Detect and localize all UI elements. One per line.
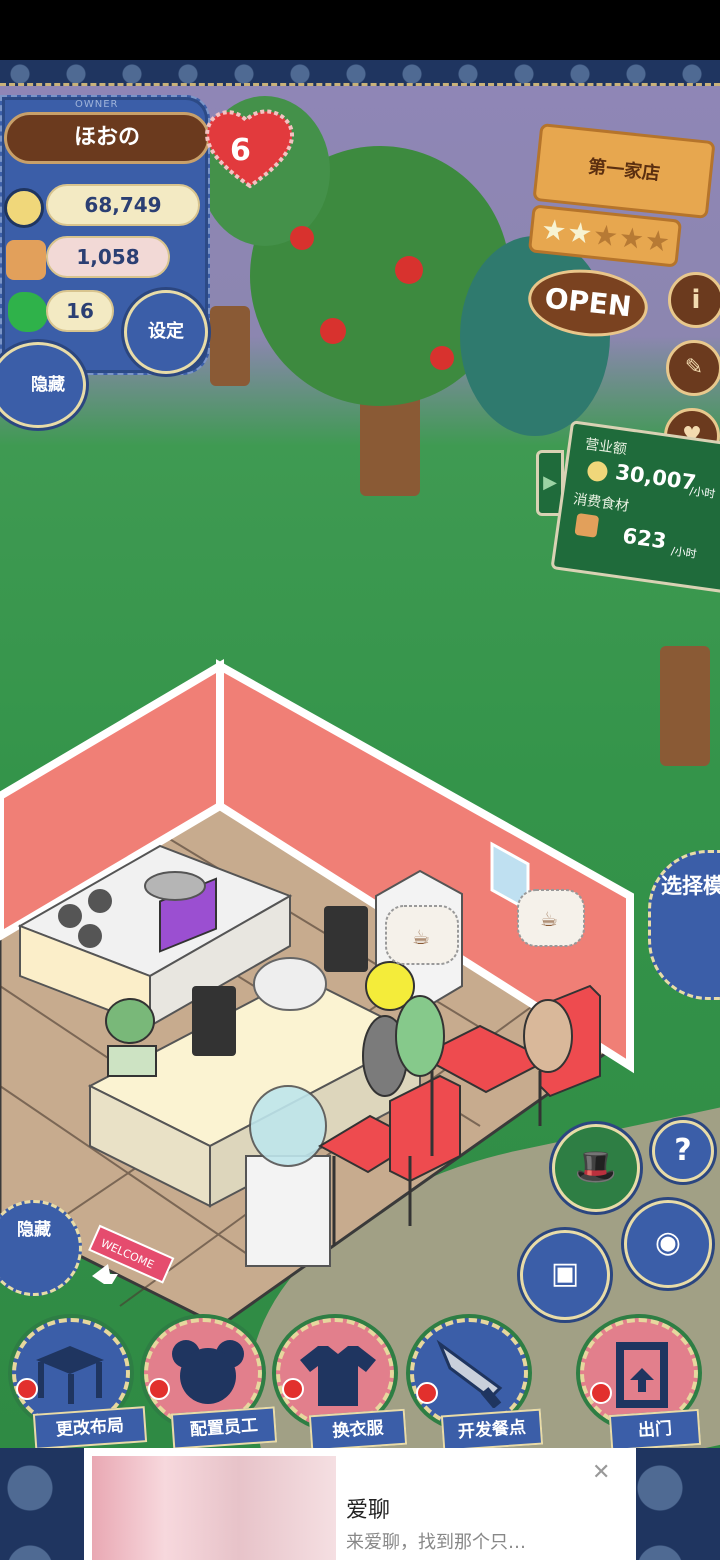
star-empty-icon: ★: [643, 223, 672, 259]
money-value: 68,749: [46, 184, 200, 226]
owner-name[interactable]: ほおの: [4, 112, 210, 164]
ad-banner[interactable]: 爱聊 来爱聊，找到那个只… ✕: [84, 1448, 636, 1560]
owner-label: OWNER: [75, 99, 119, 110]
pin-icon: [416, 1382, 438, 1404]
coin-icon: [4, 188, 44, 228]
svg-text:☕: ☕: [412, 925, 430, 949]
status-bar: [0, 0, 720, 60]
change-clothes-label[interactable]: 换衣服: [308, 1408, 408, 1452]
water-dispenser: [245, 1155, 331, 1267]
info-icon[interactable]: i: [668, 272, 720, 328]
squirrel-customer: [523, 999, 573, 1073]
svg-text:☕: ☕: [540, 907, 558, 931]
coin-icon: [586, 460, 609, 483]
apple: [320, 318, 346, 344]
food-consumed-label: 消费食材: [572, 491, 630, 515]
pin-icon: [282, 1378, 304, 1400]
stove-burner: [88, 889, 112, 913]
help-button[interactable]: ?: [652, 1120, 714, 1182]
tree-trunk: [210, 306, 250, 386]
stove-burner: [78, 924, 102, 948]
revenue-unit: /小时: [688, 484, 717, 501]
star-empty-icon: ★: [617, 220, 646, 257]
star-empty-icon: ★: [591, 217, 620, 254]
settings-button[interactable]: 设定: [124, 290, 208, 374]
recipe-book-icon[interactable]: ✎: [666, 340, 720, 396]
develop-menu-label[interactable]: 开发餐点: [440, 1408, 544, 1452]
water-jug: [249, 1085, 327, 1167]
food-consumed-unit: /小时: [670, 544, 698, 561]
tree-trunk: [660, 646, 710, 766]
ad-title[interactable]: 爱聊: [346, 1492, 390, 1524]
shirt-icon: [300, 1346, 376, 1406]
coffee-maker: [324, 906, 368, 972]
clover-value: 16: [46, 290, 114, 332]
door-exit-icon: [616, 1342, 668, 1408]
apple: [395, 256, 423, 284]
ad-subtitle[interactable]: 来爱聊，找到那个只…: [346, 1528, 526, 1554]
game-screen: ☕ ☕ WELCOME OWNER ほおの 6 68,749 1,058 16 …: [0, 0, 720, 1560]
go-out-label[interactable]: 出门: [608, 1408, 702, 1452]
top-border: [0, 60, 720, 86]
star-filled-icon: ★: [565, 215, 594, 251]
apple: [430, 346, 454, 370]
table-icon: [36, 1346, 104, 1404]
apple: [290, 226, 314, 250]
green-bear-customer: [395, 995, 445, 1077]
coffee-maker: [192, 986, 236, 1056]
pin-icon: [16, 1378, 38, 1400]
album-icon[interactable]: ▣: [520, 1230, 610, 1320]
food-value: 1,058: [46, 236, 170, 278]
clover-icon: [8, 292, 48, 332]
food-consumed-value: 623: [621, 523, 668, 554]
stove-burner: [58, 904, 82, 928]
assign-staff-label[interactable]: 配置员工: [170, 1406, 278, 1450]
revenue-value: 30,007: [613, 459, 698, 496]
close-icon[interactable]: ✕: [592, 1460, 610, 1485]
ad-image[interactable]: [92, 1456, 336, 1560]
camera-icon[interactable]: ◉: [624, 1200, 712, 1288]
star-filled-icon: ★: [539, 212, 569, 248]
food-basket-icon: [6, 240, 46, 280]
pin-icon: [148, 1378, 170, 1400]
knife-icon: [436, 1339, 503, 1408]
hat-icon[interactable]: 🎩: [552, 1124, 640, 1212]
revenue-board: 营业额 30,007 /小时 消费食材 623 /小时: [550, 420, 720, 594]
sink: [144, 871, 206, 901]
owner-level: 6: [230, 133, 251, 168]
food-basket-icon: [574, 512, 600, 538]
bear-head-icon: [172, 1340, 244, 1404]
green-bear-staff: [105, 998, 155, 1044]
cash-register: [107, 1045, 157, 1077]
revenue-label: 营业额: [583, 436, 628, 459]
pin-icon: [590, 1382, 612, 1404]
shop-room[interactable]: ☕ ☕ WELCOME: [0, 566, 640, 1346]
rice-cooker: [253, 957, 327, 1011]
